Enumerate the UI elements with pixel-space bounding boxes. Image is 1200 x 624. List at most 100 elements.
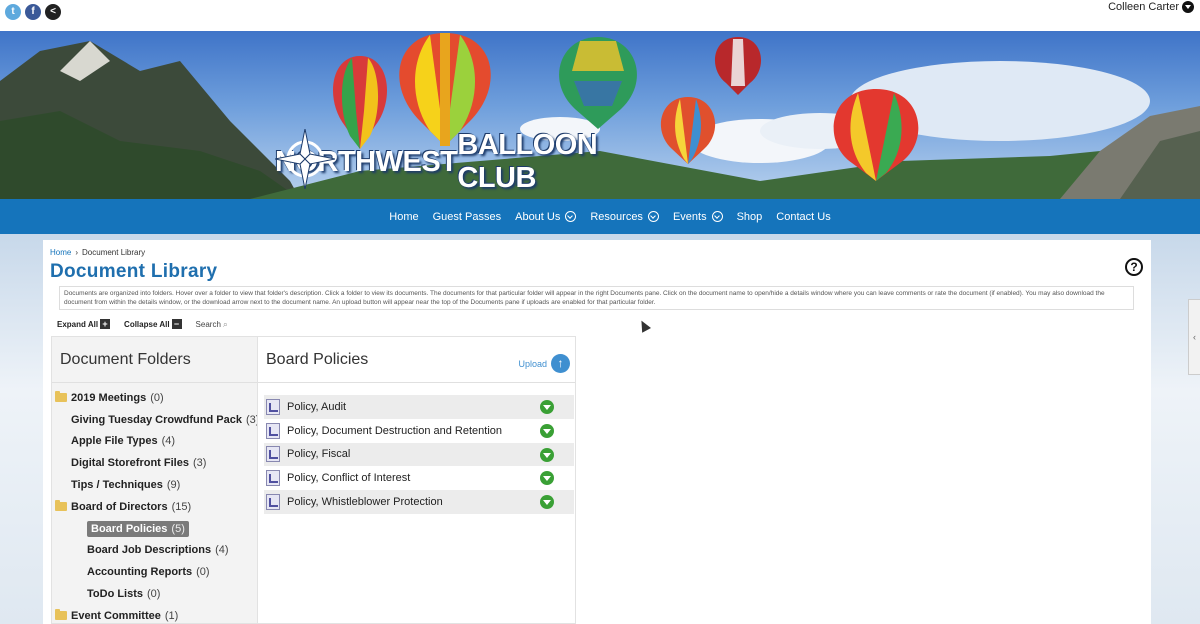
nav-about-us[interactable]: About Us bbox=[515, 210, 577, 223]
folder-icon bbox=[55, 391, 67, 403]
document-name[interactable]: Policy, Document Destruction and Retenti… bbox=[287, 425, 502, 437]
download-icon[interactable] bbox=[540, 447, 554, 462]
plus-icon: + bbox=[100, 319, 111, 329]
nav-about-us-label: About Us bbox=[515, 210, 561, 223]
nav-shop[interactable]: Shop bbox=[737, 211, 763, 223]
chevron-down-icon[interactable] bbox=[647, 211, 659, 222]
collapse-all-button[interactable]: Collapse All − bbox=[124, 319, 182, 329]
documents-pane: Board Policies Upload ↑ Policy, Audit Po… bbox=[257, 336, 576, 624]
folder-open-icon bbox=[55, 500, 67, 512]
main-nav: Home Guest Passes About Us Resources Eve… bbox=[0, 199, 1200, 234]
user-menu[interactable]: Colleen Carter bbox=[1108, 1, 1194, 13]
tree-toolbar: Expand All + Collapse All − Search ⌕ bbox=[57, 317, 242, 331]
documents-heading-bar: Board Policies Upload ↑ bbox=[258, 337, 575, 383]
document-name[interactable]: Policy, Whistleblower Protection bbox=[287, 496, 443, 508]
breadcrumb-separator: › bbox=[75, 248, 79, 257]
facebook-icon[interactable]: f bbox=[25, 4, 41, 20]
document-row[interactable]: Policy, Conflict of Interest bbox=[264, 466, 574, 490]
nav-events[interactable]: Events bbox=[673, 211, 723, 223]
folder-giving-tuesday[interactable]: Giving Tuesday Crowdfund Pack (3) bbox=[52, 409, 259, 431]
document-icon bbox=[266, 398, 280, 415]
folder-tips-techniques[interactable]: Tips / Techniques (9) bbox=[52, 474, 257, 496]
folder-accounting-reports[interactable]: Accounting Reports (0) bbox=[52, 561, 257, 583]
folder-event-committee[interactable]: Event Committee (1) bbox=[52, 605, 257, 624]
chevron-down-icon[interactable] bbox=[565, 211, 577, 222]
document-name[interactable]: Policy, Audit bbox=[287, 401, 346, 413]
upload-arrow-icon: ↑ bbox=[551, 354, 570, 373]
document-name[interactable]: Policy, Fiscal bbox=[287, 448, 350, 460]
club-logo[interactable]: NORTHWEST BALLOON CLUB bbox=[275, 129, 655, 195]
nav-guest-passes[interactable]: Guest Passes bbox=[433, 211, 501, 223]
folder-count: (3) bbox=[192, 457, 207, 470]
download-icon[interactable] bbox=[540, 423, 554, 438]
folder-label: Board Policies bbox=[91, 522, 168, 535]
chevron-down-icon[interactable] bbox=[711, 211, 723, 222]
folder-digital-storefront[interactable]: Digital Storefront Files (3) bbox=[52, 452, 257, 474]
nav-home-label: Home bbox=[389, 210, 419, 223]
folder-count: (0) bbox=[150, 391, 164, 404]
folder-label: ToDo Lists bbox=[87, 588, 144, 601]
document-icon bbox=[266, 494, 280, 511]
nav-contact-us[interactable]: Contact Us bbox=[776, 211, 830, 223]
selected-folder-highlight[interactable]: Board Policies (5) bbox=[87, 520, 189, 537]
breadcrumb: Home › Document Library bbox=[50, 248, 145, 257]
document-row[interactable]: Policy, Fiscal bbox=[264, 442, 574, 467]
expand-all-button[interactable]: Expand All + bbox=[57, 319, 111, 329]
folder-count: (9) bbox=[166, 479, 181, 492]
search-button[interactable]: Search ⌕ bbox=[196, 319, 228, 330]
nav-guest-passes-label: Guest Passes bbox=[432, 210, 502, 223]
folder-board-job-descriptions[interactable]: Board Job Descriptions (4) bbox=[52, 540, 257, 562]
download-icon[interactable] bbox=[540, 471, 554, 486]
nav-home[interactable]: Home bbox=[389, 211, 418, 223]
folder-board-policies[interactable]: Board Policies (5) bbox=[52, 518, 257, 540]
document-name[interactable]: Policy, Conflict of Interest bbox=[287, 472, 410, 484]
chevron-left-icon[interactable]: ‹ bbox=[1193, 332, 1196, 342]
folder-2019-meetings[interactable]: 2019 Meetings (0) bbox=[52, 387, 257, 409]
folder-label: Tips / Techniques bbox=[71, 479, 163, 492]
folder-count: (0) bbox=[147, 588, 161, 601]
folder-count: (4) bbox=[161, 435, 176, 448]
folder-icon bbox=[55, 609, 67, 621]
share-icon[interactable]: < bbox=[45, 4, 61, 20]
search-icon: ⌕ bbox=[222, 318, 228, 329]
folder-label: Accounting Reports bbox=[87, 566, 193, 579]
folder-label: 2019 Meetings bbox=[71, 391, 147, 404]
user-name[interactable]: Colleen Carter bbox=[1108, 1, 1179, 13]
breadcrumb-home[interactable]: Home bbox=[50, 248, 71, 257]
folder-label: Event Committee bbox=[71, 609, 161, 622]
folder-label: Board of Directors bbox=[71, 500, 168, 513]
library-description: Documents are organized into folders. Ho… bbox=[59, 286, 1134, 310]
download-icon[interactable] bbox=[540, 495, 554, 510]
folder-todo-lists[interactable]: ToDo Lists (0) bbox=[52, 583, 257, 605]
document-row[interactable]: Policy, Whistleblower Protection bbox=[264, 490, 574, 514]
folder-apple-file-types[interactable]: Apple File Types (4) bbox=[52, 431, 257, 453]
documents-heading: Board Policies bbox=[266, 351, 369, 368]
document-library-panel: Home › Document Library Document Library… bbox=[43, 240, 1151, 624]
document-row[interactable]: Policy, Audit bbox=[264, 395, 574, 419]
collapse-all-label: Collapse All bbox=[124, 319, 170, 329]
side-panel-toggle[interactable]: ‹ bbox=[1188, 299, 1200, 375]
site-banner: NORTHWEST BALLOON CLUB bbox=[0, 31, 1200, 199]
folder-label: Apple File Types bbox=[71, 435, 158, 448]
search-label: Search bbox=[195, 319, 221, 329]
upload-label: Upload bbox=[518, 358, 547, 369]
document-row[interactable]: Policy, Document Destruction and Retenti… bbox=[264, 419, 574, 443]
folder-label: Digital Storefront Files bbox=[71, 457, 189, 470]
download-icon[interactable] bbox=[540, 400, 554, 414]
upload-button[interactable]: Upload ↑ bbox=[518, 354, 570, 373]
social-links: t f < bbox=[5, 4, 61, 20]
compass-icon bbox=[275, 129, 335, 189]
document-icon bbox=[266, 422, 280, 439]
folder-board-of-directors[interactable]: Board of Directors (15) bbox=[52, 496, 257, 518]
document-list: Policy, Audit Policy, Document Destructi… bbox=[258, 383, 575, 514]
expand-all-label: Expand All bbox=[57, 319, 99, 329]
folder-count: (15) bbox=[171, 500, 192, 513]
nav-events-label: Events bbox=[672, 210, 707, 223]
folder-count: (4) bbox=[215, 544, 229, 557]
nav-resources[interactable]: Resources bbox=[590, 211, 659, 223]
help-icon[interactable]: ? bbox=[1125, 258, 1143, 276]
chevron-down-icon[interactable] bbox=[1182, 1, 1194, 13]
folder-label: Giving Tuesday Crowdfund Pack bbox=[71, 413, 242, 426]
twitter-icon[interactable]: t bbox=[5, 4, 21, 20]
folder-tree: 2019 Meetings (0) Giving Tuesday Crowdfun… bbox=[52, 383, 259, 624]
